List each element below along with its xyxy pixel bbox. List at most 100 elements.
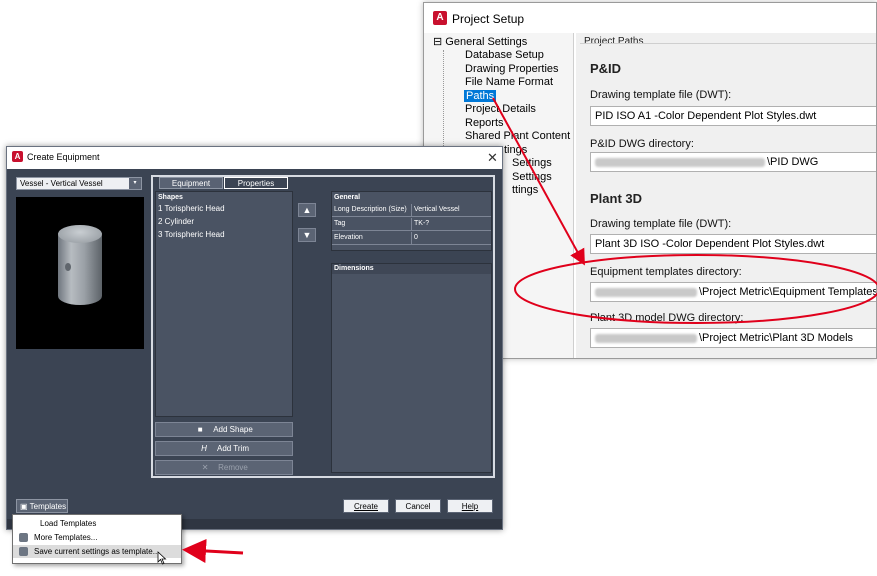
tree-item-partial[interactable]: Settings [512,171,552,183]
collapse-icon[interactable]: ⊟ [433,36,442,48]
save-icon [19,547,28,556]
add-shape-label: Add Shape [213,425,253,434]
tree-item-drawing-properties[interactable]: Drawing Properties [465,63,559,75]
arrow-up-icon: ▲ [302,205,312,215]
help-label: Help [461,502,479,511]
redacted-path [595,287,697,297]
autocad-app-icon: A [12,151,23,162]
equipment-templates-field[interactable]: \Project Metric\Equipment Templates [590,282,877,302]
arrow-down-icon: ▼ [302,230,312,240]
plant3d-template-label: Drawing template file (DWT): [590,218,732,230]
tree-root-label: General Settings [445,36,528,48]
plant3d-model-dir-field[interactable]: \Project Metric\Plant 3D Models [590,328,876,348]
templates-icon [19,533,28,542]
autocad-app-icon: A [433,11,447,25]
menu-item-label: Save current settings as template... [34,547,160,556]
tree-item-reports[interactable]: Reports [465,117,504,129]
window-title: Project Setup [452,12,525,26]
property-row[interactable]: Tag TK-? [332,218,491,231]
tree-item-partial[interactable]: Settings [512,157,552,169]
divider [332,244,491,245]
pid-dwg-dir-value: \PID DWG [767,156,819,168]
list-item[interactable]: 3 Torispheric Head [158,230,225,239]
move-down-button[interactable]: ▼ [298,228,316,242]
plant3d-model-dir-value: \Project Metric\Plant 3D Models [699,332,854,344]
tree-item-shared-plant-content[interactable]: Shared Plant Content [465,130,570,142]
plant3d-model-dir-label: Plant 3D model DWG directory: [590,312,744,324]
shapes-list: Shapes 1 Torispheric Head 2 Cylinder 3 T… [155,191,293,417]
title-bar: A Create Equipment ✕ [7,147,502,169]
pid-dwg-dir-label: P&ID DWG directory: [590,138,694,150]
tab-properties[interactable]: Properties [224,177,288,189]
move-up-button[interactable]: ▲ [298,203,316,217]
property-value[interactable]: 0 [414,234,418,241]
shapes-header: Shapes [158,194,183,201]
templates-button[interactable]: ▣ Templates [16,499,68,513]
vessel-head-graphic [58,225,102,243]
property-value[interactable]: Vertical Vessel [414,206,460,213]
menu-item-label: Load Templates [40,519,97,528]
tree-item-project-details[interactable]: Project Details [465,103,536,115]
menu-item-more-templates[interactable]: More Templates... [13,531,181,544]
group-label: Project Paths [584,36,644,47]
chevron-down-icon[interactable]: ▾ [129,178,141,189]
tree-item-partial[interactable]: ttings [512,184,538,196]
create-label: Create [353,502,378,511]
dimensions-header: Dimensions [334,265,374,272]
add-trim-label: Add Trim [216,444,249,453]
remove-label: Remove [218,463,248,472]
help-button[interactable]: Help [447,499,493,513]
group-border [580,43,876,44]
equipment-type-value: Vessel - Vertical Vessel [20,179,103,188]
project-paths-panel: Project Paths P&ID Drawing template file… [576,33,877,358]
tree-item-paths[interactable]: Paths [464,90,497,102]
title-bar: A Project Setup [424,3,876,33]
create-equipment-dialog: A Create Equipment ✕ Vessel - Vertical V… [6,146,503,530]
cancel-button[interactable]: Cancel [395,499,441,513]
cancel-label: Cancel [405,502,431,511]
tree-root[interactable]: ⊟ General Settings [433,35,527,48]
divider [332,216,491,217]
redacted-path [595,333,697,343]
tab-equipment[interactable]: Equipment [159,177,223,189]
trim-icon: H [201,444,207,453]
property-name: Long Description (Size) [334,206,407,213]
plant3d-template-value: Plant 3D ISO -Color Dependent Plot Style… [595,238,825,250]
property-row[interactable]: Long Description (Size) Vertical Vessel [332,204,491,217]
list-item[interactable]: 1 Torispheric Head [158,204,225,213]
menu-item-label: More Templates... [34,533,98,542]
menu-item-save-as-template[interactable]: Save current settings as template... [13,545,181,558]
list-item[interactable]: 2 Cylinder [158,217,194,226]
vessel-nozzle-graphic [65,263,71,271]
pid-template-value: PID ISO A1 -Color Dependent Plot Styles.… [595,110,817,122]
tree-item-partial[interactable]: tings [504,144,527,156]
equipment-type-dropdown[interactable]: Vessel - Vertical Vessel ▾ [16,177,142,190]
templates-label: Templates [29,502,67,511]
property-value[interactable]: TK-? [414,220,429,227]
plant3d-template-field[interactable]: Plant 3D ISO -Color Dependent Plot Style… [590,234,876,254]
pid-template-field[interactable]: PID ISO A1 -Color Dependent Plot Styles.… [590,106,876,126]
close-icon[interactable]: ✕ [487,150,498,166]
annotation-arrow [182,538,244,563]
pid-dwg-dir-field[interactable]: \PID DWG [590,152,876,172]
redacted-path [595,157,765,167]
templates-menu: Load Templates More Templates... Save cu… [12,514,182,564]
plant3d-heading: Plant 3D [590,191,643,206]
equipment-templates-label: Equipment templates directory: [590,266,742,278]
property-name: Tag [334,220,346,227]
menu-item-load-templates[interactable]: Load Templates [13,517,181,530]
equipment-preview [16,197,144,349]
general-header: General [334,194,361,201]
shape-icon: ■ [197,425,203,434]
pid-heading: P&ID [590,61,622,76]
add-trim-button[interactable]: H Add Trim [155,441,293,456]
dimensions-grid: Dimensions [331,263,492,473]
tree-item-database-setup[interactable]: Database Setup [465,49,544,61]
remove-button[interactable]: ✕ Remove [155,460,293,475]
window-title: Create Equipment [27,152,100,162]
create-button[interactable]: Create [343,499,389,513]
add-shape-button[interactable]: ■ Add Shape [155,422,293,437]
equipment-templates-value: \Project Metric\Equipment Templates [699,286,877,298]
property-row[interactable]: Elevation 0 [332,232,491,245]
tree-item-file-name-format[interactable]: File Name Format [465,76,553,88]
